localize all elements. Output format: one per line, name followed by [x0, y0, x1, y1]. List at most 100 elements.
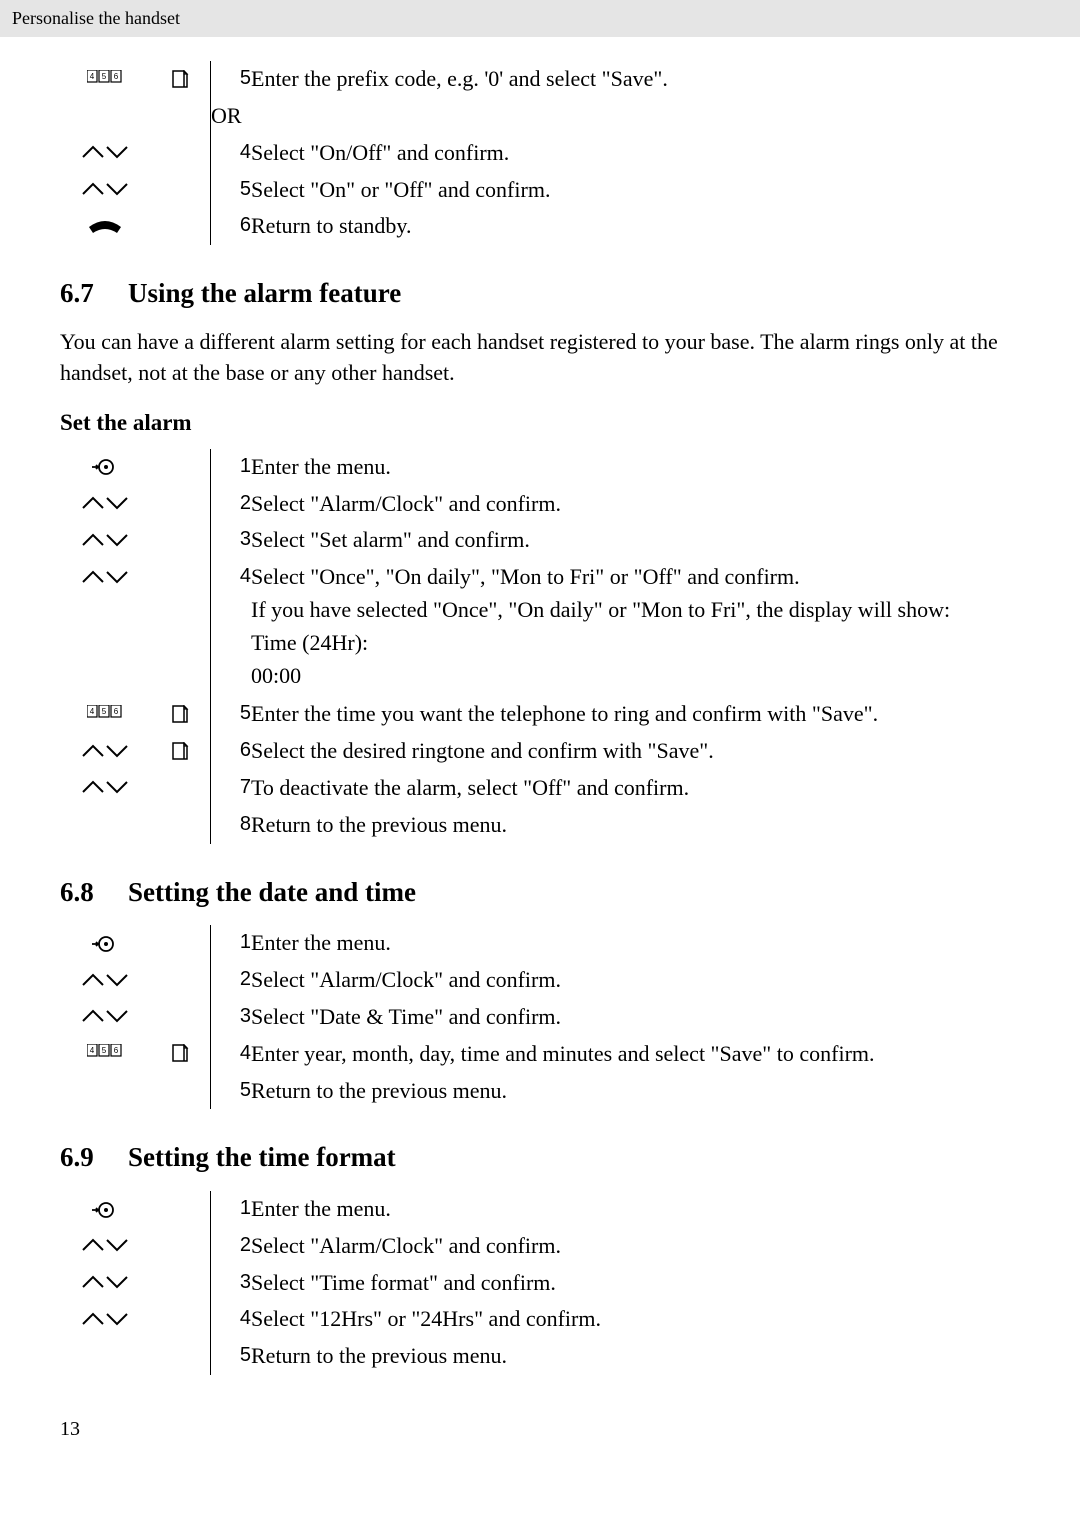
step-icon: [60, 135, 150, 172]
step-icon2: [150, 1073, 211, 1110]
nav-icon: [81, 178, 129, 200]
step-row: 6Select the desired ringtone and confirm…: [60, 733, 1020, 770]
step-icon2: [150, 1036, 211, 1073]
nav-icon: [81, 565, 129, 587]
step-number: 5: [211, 172, 251, 209]
step-number: 4: [211, 135, 251, 172]
step-icon2: [150, 962, 211, 999]
sect-6-7-sub: Set the alarm: [60, 407, 1020, 439]
step-text: Enter the menu.: [251, 925, 1020, 962]
step-text: Select the desired ringtone and confirm …: [251, 733, 1020, 770]
step-icon: [60, 733, 150, 770]
step-text: Select "On/Off" and confirm.: [251, 135, 1020, 172]
step-text: Select "Date & Time" and confirm.: [251, 999, 1020, 1036]
step-text-line: 00:00: [251, 661, 1020, 692]
step-icon2: [150, 1191, 211, 1228]
nav-icon: [81, 968, 129, 990]
step-icon: [60, 172, 150, 209]
step-icon: [60, 1191, 150, 1228]
step-icon: [60, 486, 150, 523]
step-number: 3: [211, 1265, 251, 1302]
step-icon: [60, 962, 150, 999]
step-icon: [60, 1036, 150, 1073]
step-icon2: [150, 733, 211, 770]
softR-icon: [170, 702, 190, 724]
step-icon: [60, 1301, 150, 1338]
step-text: Select "Alarm/Clock" and confirm.: [251, 962, 1020, 999]
step-row: 3Select "Time format" and confirm.: [60, 1265, 1020, 1302]
or-label: OR: [211, 98, 1020, 135]
step-icon: [60, 1265, 150, 1302]
step-number: 2: [211, 486, 251, 523]
step-number: 1: [211, 449, 251, 486]
step-number: 4: [211, 559, 251, 696]
step-row: 3Select "Set alarm" and confirm.: [60, 522, 1020, 559]
nav-icon: [81, 1234, 129, 1256]
step-icon2: [150, 559, 211, 696]
step-row: OR: [60, 98, 1020, 135]
step-row: 5Return to the previous menu.: [60, 1338, 1020, 1375]
sect-6-9-title: 6.9Setting the time format: [60, 1139, 1020, 1177]
keypad-icon: [87, 1042, 123, 1064]
step-number: 1: [211, 1191, 251, 1228]
nav-icon: [81, 141, 129, 163]
step-row: 5Enter the time you want the telephone t…: [60, 696, 1020, 733]
step-icon: [60, 98, 150, 135]
step-number: 6: [211, 208, 251, 245]
step-text: Enter year, month, day, time and minutes…: [251, 1036, 1020, 1073]
menu-icon: [92, 931, 118, 953]
step-number: 5: [211, 1073, 251, 1110]
step-text: To deactivate the alarm, select "Off" an…: [251, 770, 1020, 807]
step-icon: [60, 807, 150, 844]
step-row: 7To deactivate the alarm, select "Off" a…: [60, 770, 1020, 807]
step-text: Enter the menu.: [251, 449, 1020, 486]
sect-6-8-title: 6.8Setting the date and time: [60, 874, 1020, 912]
softR-icon: [170, 739, 190, 761]
step-icon2: [150, 208, 211, 245]
step-number: 2: [211, 962, 251, 999]
step-text: Select "Alarm/Clock" and confirm.: [251, 1228, 1020, 1265]
step-row: 3Select "Date & Time" and confirm.: [60, 999, 1020, 1036]
step-icon2: [150, 135, 211, 172]
step-icon: [60, 522, 150, 559]
step-icon2: [150, 449, 211, 486]
steps-6-7: 1Enter the menu.2Select "Alarm/Clock" an…: [60, 449, 1020, 844]
step-number: 4: [211, 1036, 251, 1073]
step-row: 6Return to standby.: [60, 208, 1020, 245]
nav-icon: [81, 528, 129, 550]
menu-icon: [92, 1197, 118, 1219]
page-number: 13: [60, 1415, 1020, 1443]
step-number: 4: [211, 1301, 251, 1338]
step-row: 2Select "Alarm/Clock" and confirm.: [60, 962, 1020, 999]
step-text: Return to the previous menu.: [251, 807, 1020, 844]
step-icon2: [150, 925, 211, 962]
steps-6-9: 1Enter the menu.2Select "Alarm/Clock" an…: [60, 1191, 1020, 1375]
step-number: 5: [211, 61, 251, 98]
step-icon2: [150, 1228, 211, 1265]
step-icon2: [150, 522, 211, 559]
step-text-line: Select "Once", "On daily", "Mon to Fri" …: [251, 562, 1020, 593]
step-text-line: If you have selected "Once", "On daily" …: [251, 595, 1020, 626]
step-row: 1Enter the menu.: [60, 925, 1020, 962]
step-icon2: [150, 1265, 211, 1302]
step-text: Select "On" or "Off" and confirm.: [251, 172, 1020, 209]
step-icon: [60, 925, 150, 962]
step-text: Select "Time format" and confirm.: [251, 1265, 1020, 1302]
step-row: 4Select "On/Off" and confirm.: [60, 135, 1020, 172]
step-icon2: [150, 486, 211, 523]
step-text-line: Time (24Hr):: [251, 628, 1020, 659]
step-icon2: [150, 1338, 211, 1375]
step-text: Select "Set alarm" and confirm.: [251, 522, 1020, 559]
step-icon: [60, 999, 150, 1036]
header-small: Personalise the handset: [0, 0, 1080, 37]
step-text: Enter the prefix code, e.g. '0' and sele…: [251, 61, 1020, 98]
step-row: 2Select "Alarm/Clock" and confirm.: [60, 1228, 1020, 1265]
sect-6-7-para: You can have a different alarm setting f…: [60, 327, 1020, 389]
step-text: Enter the menu.: [251, 1191, 1020, 1228]
nav-icon: [81, 1271, 129, 1293]
step-number: 1: [211, 925, 251, 962]
steps-6-8: 1Enter the menu.2Select "Alarm/Clock" an…: [60, 925, 1020, 1109]
step-number: 5: [211, 1338, 251, 1375]
step-text: Return to the previous menu.: [251, 1073, 1020, 1110]
step-icon: [60, 61, 150, 98]
